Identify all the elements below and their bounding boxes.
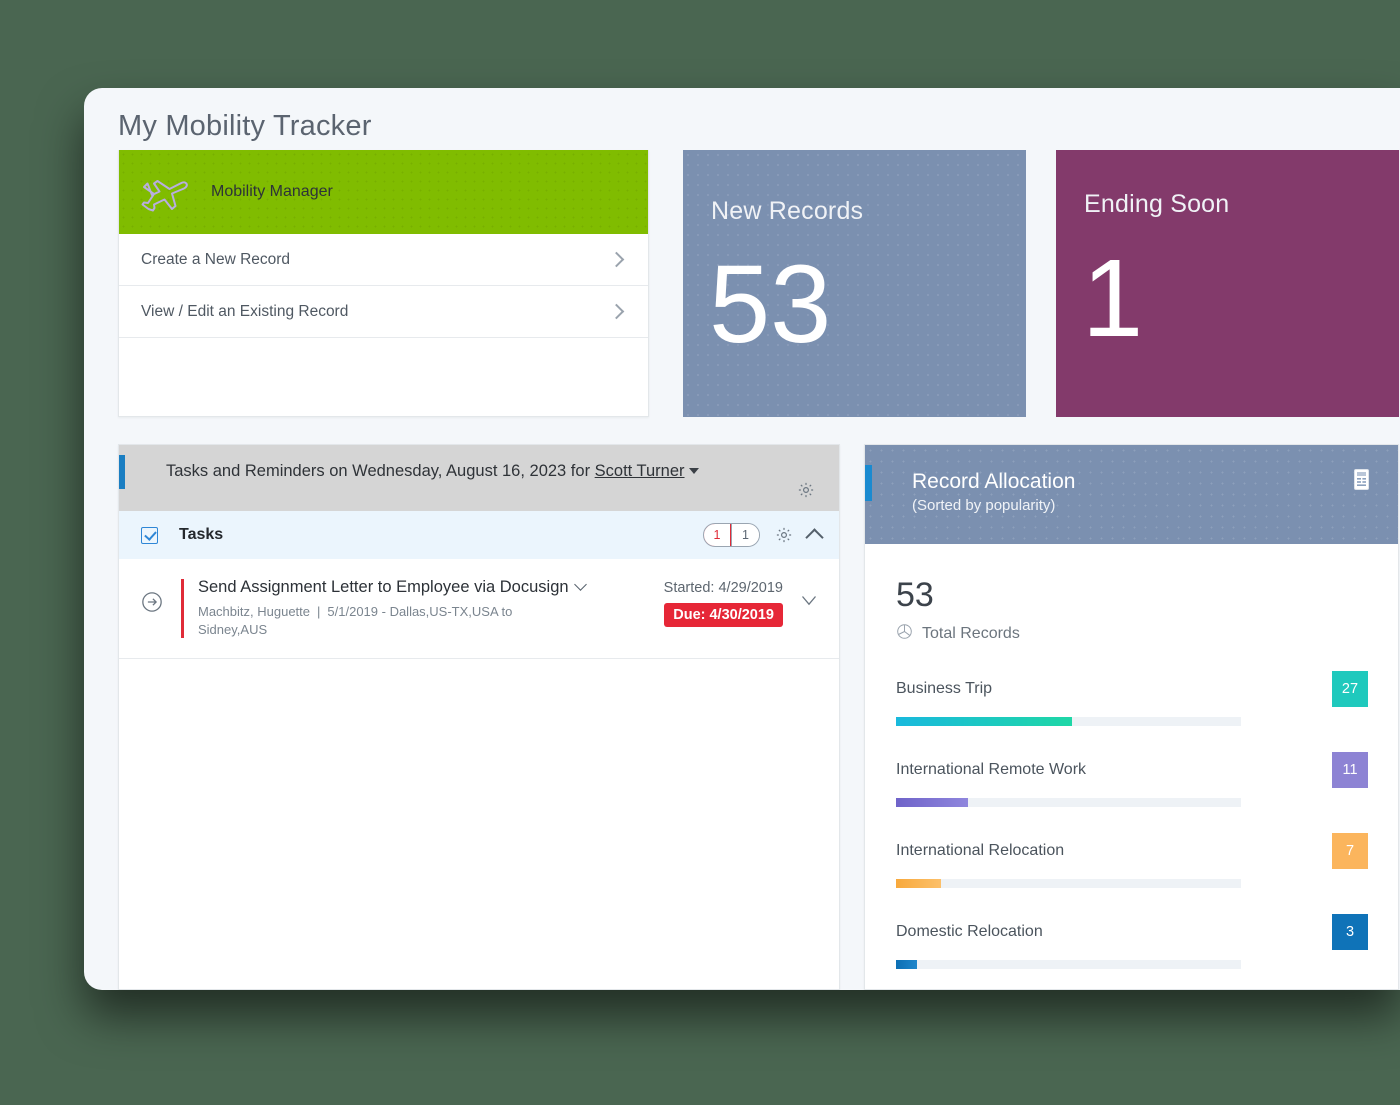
record-allocation-body: 53 Total Records Business Trip 27 Internat… [865,544,1398,969]
mobility-manager-panel: Mobility Manager Create a New Record Vie… [118,150,649,417]
tasks-header-accent-bar [119,455,125,489]
page-title: My Mobility Tracker [118,110,372,142]
kpi-card-ending-soon[interactable]: Ending Soon 1 [1056,150,1399,417]
allocation-bar-fill [896,879,941,888]
tasks-section-header[interactable]: Tasks 1 1 [119,511,839,559]
report-document-icon[interactable] [1352,468,1372,496]
mobility-manager-header: Mobility Manager [119,150,648,234]
task-dates: Started: 4/29/2019 Due: 4/30/2019 [631,577,783,627]
caret-down-icon[interactable] [801,593,817,611]
task-meta-separator: | [317,603,321,619]
tasks-section-label: Tasks [179,526,224,543]
task-employee: Machbitz, Huguette [198,603,311,619]
task-title-row: Send Assignment Letter to Employee via D… [198,577,631,598]
gear-icon[interactable] [775,526,793,544]
allocation-bar-item-top: Business Trip 27 [896,671,1368,707]
allocation-header-accent-bar [865,465,872,501]
allocation-title: Record Allocation [912,470,1076,493]
allocation-bar-track [896,960,1241,969]
airplane-icon [141,180,188,212]
allocation-bar-value-badge: 7 [1332,833,1368,869]
tasks-header-prefix: Tasks and Reminders on Wednesday, August… [166,462,595,480]
record-allocation-panel: Record Allocation (Sorted by popularity) [864,444,1399,990]
record-allocation-header: Record Allocation (Sorted by popularity) [865,445,1398,544]
kpi-value: 53 [709,243,832,366]
tasks-panel-header: Tasks and Reminders on Wednesday, August… [119,445,839,511]
mobility-panel-empty-area [119,338,648,414]
allocation-bar-label: Domestic Relocation [896,923,1043,940]
tasks-user-selector[interactable]: Scott Turner [595,462,685,480]
task-meta: Machbitz, Huguette | 5/1/2019 - Dallas,US-… [198,603,568,641]
task-title: Send Assignment Letter to Employee via D… [198,578,569,596]
allocation-bar-fill [896,960,917,969]
allocation-bar-item[interactable]: International Remote Work 11 [896,752,1368,807]
gear-icon[interactable] [797,481,815,499]
menu-item-label: Create a New Record [141,250,291,268]
caret-down-icon[interactable] [688,468,699,474]
allocation-bar-label: Business Trip [896,680,993,697]
allocation-bar-item-top: Domestic Relocation 3 [896,914,1368,950]
dashboard-lower-row: Tasks and Reminders on Wednesday, August… [118,444,1400,990]
tasks-and-reminders-panel: Tasks and Reminders on Wednesday, August… [118,444,840,990]
tasks-overdue-count: 1 [704,524,731,546]
task-due-badge: Due: 4/30/2019 [664,603,783,627]
allocation-bar-list: Business Trip 27 International Remote Work… [896,671,1368,969]
tasks-total-count: 1 [731,524,759,546]
kpi-card-new-records[interactable]: New Records 53 [683,150,1026,417]
allocation-total-label: Total Records [922,625,1020,642]
allocation-bar-item-top: International Remote Work 11 [896,752,1368,788]
chevron-right-icon [608,303,625,320]
allocation-total-row: Total Records [896,623,1368,645]
tasks-section-checkbox[interactable] [141,526,158,544]
allocation-total-value: 53 [896,576,934,614]
allocation-bar-item[interactable]: Business Trip 27 [896,671,1368,726]
allocation-bar-fill [896,798,969,807]
task-row[interactable]: Send Assignment Letter to Employee via D… [119,559,839,660]
menu-item-create-new-record[interactable]: Create a New Record [119,234,648,286]
app-window: My Mobility Tracker Mobility Manager Cre… [84,88,1400,990]
tasks-header-title: Tasks and Reminders on Wednesday, August… [166,462,699,481]
allocation-bar-label: International Relocation [896,842,1065,859]
kpi-value: 1 [1082,237,1144,360]
kpi-label: Ending Soon [1084,190,1230,218]
allocation-bar-track [896,879,1241,888]
task-started-date: Started: 4/29/2019 [663,580,783,596]
allocation-bar-item-top: International Relocation 7 [896,833,1368,869]
pie-chart-icon [896,623,913,645]
allocation-subtitle: (Sorted by popularity) [912,497,1056,514]
arrow-right-circle-icon[interactable] [141,591,163,618]
allocation-bar-value-badge: 3 [1332,914,1368,950]
allocation-bar-track [896,717,1241,726]
kpi-label: New Records [711,197,864,225]
task-body: Send Assignment Letter to Employee via D… [184,577,631,640]
chevron-right-icon [608,251,625,268]
allocation-bar-value-badge: 11 [1332,752,1368,788]
mobility-manager-label: Mobility Manager [211,183,333,200]
tasks-count-pill[interactable]: 1 1 [703,523,760,547]
chevron-down-icon[interactable] [573,578,587,591]
kpi-row: Mobility Manager Create a New Record Vie… [118,150,1400,420]
chevron-up-icon[interactable] [805,528,824,547]
menu-item-label: View / Edit an Existing Record [141,302,349,320]
allocation-bar-track [896,798,1241,807]
menu-item-view-edit-record[interactable]: View / Edit an Existing Record [119,286,648,338]
allocation-bar-item[interactable]: Domestic Relocation 3 [896,914,1368,969]
allocation-bar-item[interactable]: International Relocation 7 [896,833,1368,888]
allocation-bar-label: International Remote Work [896,761,1087,778]
allocation-bar-fill [896,717,1072,726]
allocation-bar-value-badge: 27 [1332,671,1368,707]
